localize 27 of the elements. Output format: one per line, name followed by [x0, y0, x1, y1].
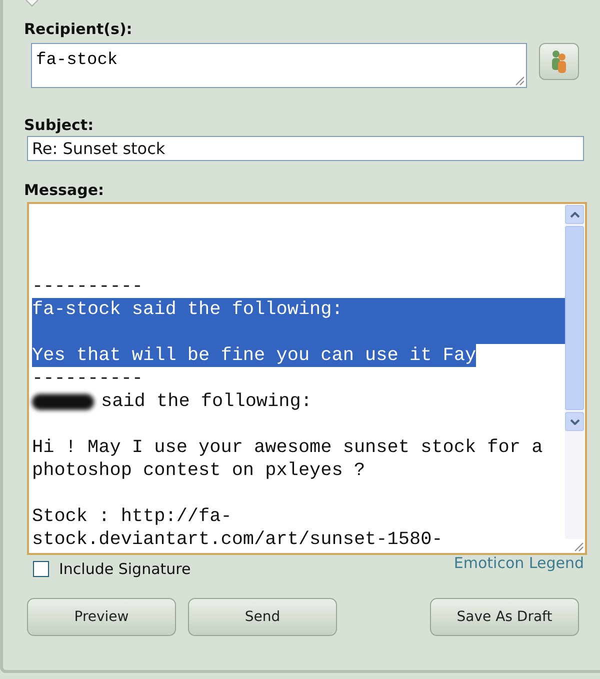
message-line: said the following: [101, 390, 312, 413]
scroll-down-button[interactable] [565, 412, 584, 431]
message-line: Hi ! May I use your awesome sunset stock for a [32, 436, 543, 459]
message-field[interactable] [27, 202, 587, 555]
form-button[interactable]: Preview [27, 598, 176, 636]
message-line: ---------- [32, 367, 144, 390]
form-button[interactable]: Save As Draft [430, 598, 579, 636]
resize-grip-icon [515, 76, 525, 86]
subject-field[interactable]: Re: Sunset stock [27, 136, 584, 161]
resize-grip-icon [574, 542, 584, 552]
form-button[interactable]: Send [188, 598, 337, 636]
message-line: stock.deviantart.com/art/sunset-1580- [32, 528, 443, 551]
scrollbar[interactable] [565, 205, 584, 539]
checkbox-label: Include Signature [59, 560, 191, 578]
scroll-up-button[interactable] [565, 205, 584, 224]
checkbox[interactable] [33, 561, 49, 577]
emoticon-legend-link[interactable]: Emoticon Legend [454, 554, 584, 572]
scroll-thumb[interactable] [565, 226, 584, 410]
field-label: Subject: [24, 115, 95, 136]
message-line: ---------- [32, 275, 144, 298]
field-label: Recipient(s): [24, 19, 134, 40]
address-book-button[interactable] [539, 43, 579, 80]
message-line: Stock : http://fa- [32, 505, 232, 528]
message-line: photoshop contest on pxleyes ? [32, 459, 366, 482]
field-label: Message: [24, 180, 105, 201]
diamond-icon [25, 0, 39, 8]
recipient-field[interactable]: fa-stock [31, 43, 527, 88]
